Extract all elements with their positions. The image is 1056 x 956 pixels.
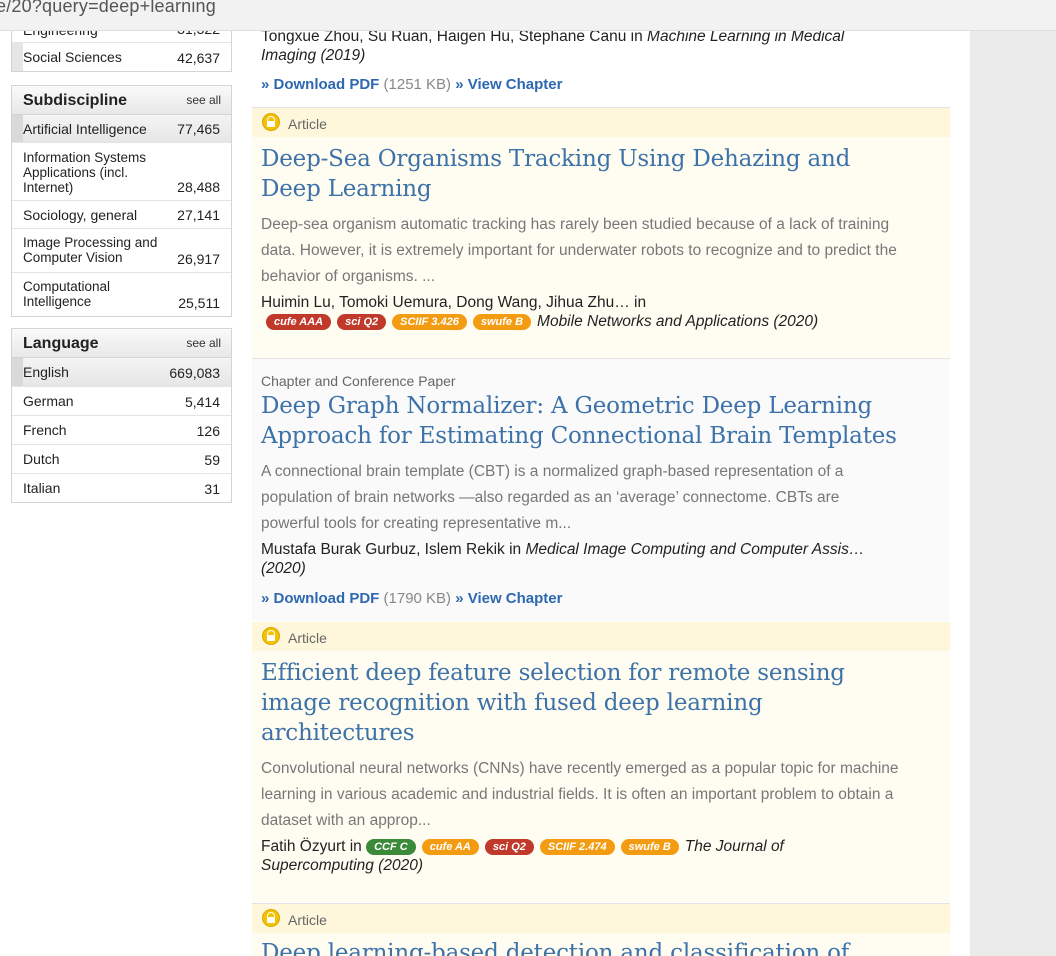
facet-item-sociology-general[interactable]: Sociology, general 27,141: [12, 201, 231, 229]
facet-item-german[interactable]: German 5,414: [12, 387, 231, 416]
language-facet: Language see all English 669,083 German …: [11, 328, 232, 503]
facet-item-english[interactable]: English 669,083: [12, 358, 231, 387]
facet-item-count: 27,141: [177, 207, 220, 223]
address-bar[interactable]: e/20?query=deep+learning: [0, 0, 1056, 31]
facet-item-count: 669,083: [169, 365, 220, 381]
facet-header: Subdiscipline see all: [12, 86, 231, 115]
facet-item-label: Social Sciences: [23, 49, 122, 65]
facet-item-computational-intelligence[interactable]: Computational Intelligence 25,511: [12, 273, 231, 316]
result-title[interactable]: Deep-Sea Organisms Tracking Using Dehazi…: [261, 144, 881, 204]
facet-item-label: German: [23, 393, 74, 409]
result-item: Article Deep-Sea Organisms Tracking Usin…: [252, 108, 950, 358]
facet-item-information-systems[interactable]: Information Systems Applications (incl. …: [12, 143, 231, 201]
view-chapter-link[interactable]: » View Chapter: [455, 76, 562, 93]
badge: SCIIF 3.426: [392, 314, 467, 330]
facet-item-count: 31: [204, 481, 220, 497]
result-title[interactable]: Efficient deep feature selection for rem…: [261, 658, 871, 748]
result-links: » Download PDF (1251 KB) » View Chapter: [261, 76, 562, 93]
view-chapter-link[interactable]: » View Chapter: [455, 590, 562, 607]
see-all-link[interactable]: see all: [186, 336, 221, 350]
badge: sci Q2: [337, 314, 387, 330]
result-authors: Huimin Lu, Tomoki Uemura, Dong Wang, Jih…: [261, 294, 647, 311]
subdiscipline-facet: Subdiscipline see all Artificial Intelli…: [11, 85, 232, 317]
facet-item-label: Italian: [23, 480, 61, 496]
facet-item-count: 77,465: [177, 121, 220, 137]
file-size: (1251 KB): [379, 76, 456, 93]
result-type-bar: Chapter and Conference Paper: [252, 359, 950, 389]
result-badges-venue: cufe AAA sci Q2 SCIIF 3.426 swufe B Mobile N…: [266, 312, 926, 331]
result-item: Article Efficient deep feature selection…: [252, 622, 950, 902]
result-year: (2020): [261, 560, 306, 577]
result-type: Chapter and Conference Paper: [261, 373, 456, 389]
result-title[interactable]: Deep learning-based detection and classi…: [261, 938, 921, 956]
result-authors: Tongxue Zhou, Su Ruan, Haigen Hu, Stepha…: [261, 28, 845, 64]
facet-item-count: 5,414: [184, 394, 220, 410]
facet-item-count: 26,917: [177, 251, 220, 267]
lock-icon: [262, 627, 280, 645]
page: Engineering 31,322 Social Sciences 42,63…: [0, 0, 970, 956]
result-links: » Download PDF (1790 KB) » View Chapter: [261, 590, 562, 607]
facet-item-count: 42,637: [177, 50, 220, 66]
badge: cufe AA: [421, 839, 479, 855]
badge: sci Q2: [484, 839, 534, 855]
result-type: Article: [288, 630, 327, 646]
facet-item-label: Artificial Intelligence: [23, 121, 147, 137]
url-text: e/20?query=deep+learning: [0, 0, 216, 16]
result-snippet: Convolutional neural networks (CNNs) hav…: [261, 760, 899, 829]
facet-item-dutch[interactable]: Dutch 59: [12, 445, 231, 474]
facet-item-label: Image Processing and Computer Vision: [23, 235, 158, 265]
result-item: Chapter and Conference Paper Deep Graph …: [252, 359, 950, 621]
result-type-bar: Article: [252, 904, 950, 933]
facet-item-artificial-intelligence[interactable]: Artificial Intelligence 77,465: [12, 115, 231, 143]
lock-icon: [262, 909, 280, 927]
facet-item-count: 25,511: [178, 295, 220, 311]
download-pdf-link[interactable]: » Download PDF: [261, 590, 379, 607]
result-snippet: A connectional brain template (CBT) is a…: [261, 463, 844, 532]
result-snippet: Deep-sea organism automatic tracking has…: [261, 216, 897, 285]
lock-icon: [262, 113, 280, 131]
result-type: Article: [288, 116, 327, 132]
result-venue[interactable]: Medical Image Computing and Computer Ass…: [525, 541, 864, 558]
result-title[interactable]: Deep Graph Normalizer: A Geometric Deep …: [261, 391, 921, 451]
facet-item-image-processing[interactable]: Image Processing and Computer Vision 26,…: [12, 229, 231, 273]
result-item: Article Deep learning-based detection an…: [252, 904, 950, 956]
result-item-prev: Tongxue Zhou, Su Ruan, Haigen Hu, Stepha…: [252, 26, 950, 106]
facet-item-count: 28,488: [177, 179, 220, 195]
facet-title: Subdiscipline: [23, 92, 128, 109]
see-all-link[interactable]: see all: [186, 93, 221, 107]
result-type: Article: [288, 912, 327, 928]
file-size: (1790 KB): [379, 590, 456, 607]
facet-item-social-sciences[interactable]: Social Sciences 42,637: [12, 43, 231, 71]
badge: swufe B: [620, 839, 679, 855]
result-type-bar: Article: [252, 622, 950, 651]
facet-title: Language: [23, 335, 99, 352]
facet-item-label: French: [23, 422, 67, 438]
facet-item-label: Dutch: [23, 451, 60, 467]
facet-item-count: 59: [204, 452, 220, 468]
facet-item-label: Information Systems Applications (incl. …: [23, 150, 147, 195]
facet-item-italian[interactable]: Italian 31: [12, 474, 231, 502]
download-pdf-link[interactable]: » Download PDF: [261, 76, 379, 93]
badge: CCF C: [366, 839, 416, 855]
facet-item-french[interactable]: French 126: [12, 416, 231, 445]
badge: cufe AAA: [266, 314, 332, 330]
badge: swufe B: [472, 314, 532, 330]
facet-header: Language see all: [12, 329, 231, 358]
result-authors: Mustafa Burak Gurbuz, Islem Rekik in Med…: [261, 541, 865, 577]
facet-item-label: Computational Intelligence: [23, 279, 111, 309]
facet-item-label: Sociology, general: [23, 207, 138, 223]
result-venue[interactable]: Mobile Networks and Applications (2020): [537, 313, 818, 330]
facet-item-label: English: [23, 364, 69, 380]
result-authors-badges: Fatih Özyurt in CCF Ccufe AA sci Q2 SCIIF …: [261, 838, 784, 874]
badge: SCIIF 2.474: [539, 839, 615, 855]
facet-item-count: 126: [196, 423, 220, 439]
result-type-bar: Article: [252, 108, 950, 137]
